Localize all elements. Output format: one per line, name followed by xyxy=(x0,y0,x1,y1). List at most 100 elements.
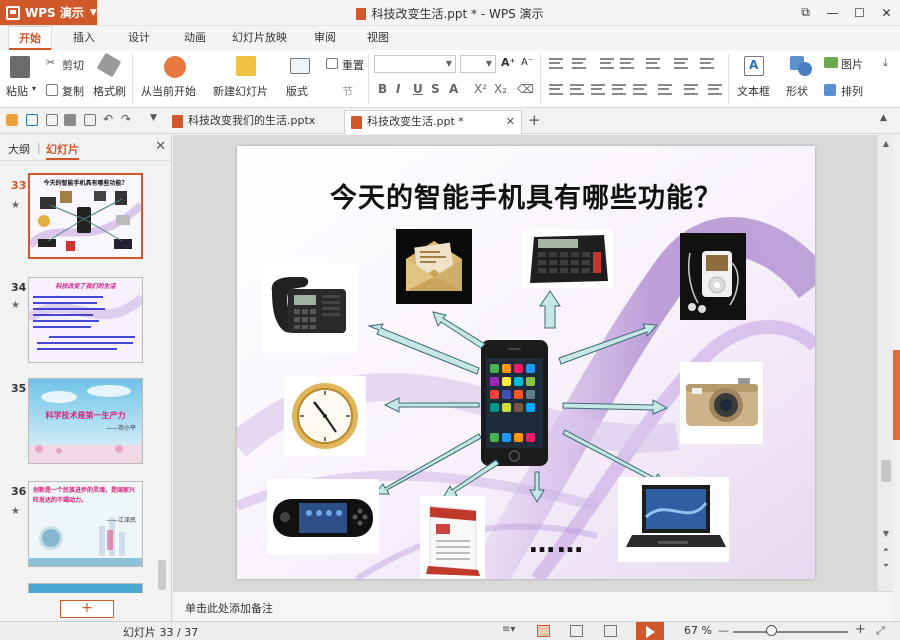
scroll-up-icon[interactable]: ▲ xyxy=(881,139,891,148)
scissors-icon[interactable]: ✂ xyxy=(46,56,55,69)
underline-button[interactable]: U xyxy=(413,82,423,96)
next-slide-icon[interactable]: ⏷ xyxy=(881,561,891,571)
reading-view-icon[interactable] xyxy=(604,625,617,637)
shape-button[interactable]: 形状 xyxy=(786,83,808,99)
panel-scrollbar[interactable] xyxy=(157,165,167,595)
align-right-icon[interactable] xyxy=(591,84,605,95)
reset-icon[interactable] xyxy=(326,58,338,69)
layout-icon[interactable] xyxy=(290,58,310,74)
tab-view[interactable]: 视图 xyxy=(367,26,389,50)
increase-indent-icon[interactable] xyxy=(620,58,634,69)
new-tab-icon[interactable]: + xyxy=(528,111,541,129)
customize-toolbar-icon[interactable]: ▼ xyxy=(150,113,157,123)
shrink-font-icon[interactable]: A⁻ xyxy=(521,57,533,68)
camera-image[interactable] xyxy=(680,362,763,444)
paste-icon[interactable] xyxy=(10,56,30,78)
notes-pane[interactable]: 单击此处添加备注 xyxy=(173,591,893,621)
reset-button[interactable]: 重置 xyxy=(342,57,364,73)
clear-format-icon[interactable]: ⌫ xyxy=(517,82,534,96)
side-panel-toggle[interactable] xyxy=(893,350,900,440)
game-console-image[interactable] xyxy=(267,479,379,554)
doc-tab-2[interactable]: 科技改变生活.ppt * ✕ xyxy=(344,110,522,134)
zoom-slider[interactable] xyxy=(733,631,848,633)
tab-slides[interactable]: 幻灯片 xyxy=(46,141,79,160)
notes-toggle-icon[interactable]: ≡▾ xyxy=(502,624,515,635)
previous-slide-icon[interactable]: ⏶ xyxy=(881,545,891,555)
bold-button[interactable]: B xyxy=(378,82,387,96)
calendar-image[interactable] xyxy=(420,496,485,579)
minimize-button[interactable]: — xyxy=(819,0,846,25)
paste-button[interactable]: 粘贴 xyxy=(6,83,28,99)
panel-scroll-thumb[interactable] xyxy=(158,560,166,590)
arrange-icon[interactable] xyxy=(824,84,836,96)
text-box-icon[interactable]: A xyxy=(744,56,764,76)
tab-slideshow[interactable]: 幻灯片放映 xyxy=(232,26,287,50)
export-pdf-icon[interactable] xyxy=(46,114,58,126)
desk-phone-image[interactable] xyxy=(262,263,357,353)
strikethrough-button[interactable]: S xyxy=(431,82,440,96)
print-icon[interactable] xyxy=(64,114,76,126)
tab-list-icon[interactable]: ▲ xyxy=(880,113,887,123)
slide-thumbnail-33[interactable]: 今天的智能手机具有哪些功能？ xyxy=(28,173,143,259)
superscript-icon[interactable]: X² xyxy=(474,82,487,96)
align-top-icon[interactable] xyxy=(658,84,672,95)
clock-image[interactable] xyxy=(284,376,366,456)
zoom-slider-handle[interactable] xyxy=(766,625,777,636)
numbered-list-icon[interactable] xyxy=(572,58,586,69)
edit-area-scrollbar[interactable]: ▲ ▼ ⏶ ⏷ xyxy=(877,135,893,591)
format-painter-icon[interactable] xyxy=(96,52,122,78)
tab-insert[interactable]: 插入 xyxy=(73,26,95,50)
new-slide-icon[interactable] xyxy=(236,56,256,76)
doc-tab-1[interactable]: 科技改变我们的生活.pptx xyxy=(166,110,342,134)
laptop-image[interactable] xyxy=(618,477,729,562)
close-tab-icon[interactable]: ✕ xyxy=(506,111,515,133)
slideshow-play-button[interactable] xyxy=(636,622,664,640)
slide-thumbnail-34[interactable]: 科技改变了我们的生活 xyxy=(28,277,143,363)
new-slide-button[interactable]: 新建幻灯片 xyxy=(213,83,268,99)
format-painter-button[interactable]: 格式刷 xyxy=(93,83,126,99)
bullet-list-icon[interactable] xyxy=(549,58,563,69)
align-middle-icon[interactable] xyxy=(684,84,698,95)
from-current-button[interactable]: 从当前开始 xyxy=(141,83,196,99)
redo-icon[interactable]: ↷ xyxy=(121,112,131,126)
mail-envelope-image[interactable] xyxy=(396,229,472,304)
open-folder-icon[interactable] xyxy=(6,114,18,126)
edit-scroll-thumb[interactable] xyxy=(881,460,891,482)
slide-canvas[interactable]: 今天的智能手机具有哪些功能？ …… xyxy=(237,146,815,579)
subscript-icon[interactable]: X₂ xyxy=(494,82,507,96)
align-center-icon[interactable] xyxy=(570,84,584,95)
font-name-select[interactable]: ▼ xyxy=(374,55,456,73)
columns-icon[interactable] xyxy=(674,58,688,69)
zoom-out-icon[interactable]: — xyxy=(718,624,729,637)
smartart-icon[interactable] xyxy=(708,84,722,95)
save-icon[interactable] xyxy=(26,114,38,126)
play-from-current-icon[interactable] xyxy=(164,56,186,78)
tab-home[interactable]: 开始 xyxy=(8,26,52,51)
fit-window-icon[interactable]: ⤢ xyxy=(876,624,885,638)
section-button[interactable]: 节 xyxy=(342,83,353,99)
arrange-button[interactable]: 排列 xyxy=(841,83,863,99)
calculator-image[interactable] xyxy=(522,229,613,288)
undo-icon[interactable]: ↶ xyxy=(103,112,113,126)
font-color-icon[interactable]: A xyxy=(449,82,458,96)
cut-button[interactable]: 剪切 xyxy=(62,57,84,73)
italic-button[interactable]: I xyxy=(396,82,400,96)
font-size-select[interactable]: ▼ xyxy=(460,55,496,73)
tab-design[interactable]: 设计 xyxy=(128,26,150,50)
tab-outline[interactable]: 大纲 xyxy=(8,141,30,157)
picture-icon[interactable] xyxy=(824,57,838,68)
slide-sorter-view-icon[interactable] xyxy=(570,625,583,637)
tab-animation[interactable]: 动画 xyxy=(184,26,206,50)
add-slide-button[interactable]: + xyxy=(60,600,114,618)
ribbon-more-icon[interactable]: ⤓ xyxy=(883,56,888,70)
text-direction-icon[interactable] xyxy=(700,58,714,69)
scroll-down-icon[interactable]: ▼ xyxy=(881,529,891,538)
grow-font-icon[interactable]: A⁺ xyxy=(501,56,515,69)
chevron-down-icon[interactable]: ▾ xyxy=(32,84,36,93)
restore-view-icon[interactable]: ⧉ xyxy=(792,0,819,25)
picture-button[interactable]: 图片 xyxy=(841,56,863,72)
tab-review[interactable]: 审阅 xyxy=(314,26,336,50)
distribute-icon[interactable] xyxy=(633,84,647,95)
slide-thumbnail-37[interactable] xyxy=(28,583,143,593)
text-box-button[interactable]: 文本框 xyxy=(737,83,770,99)
